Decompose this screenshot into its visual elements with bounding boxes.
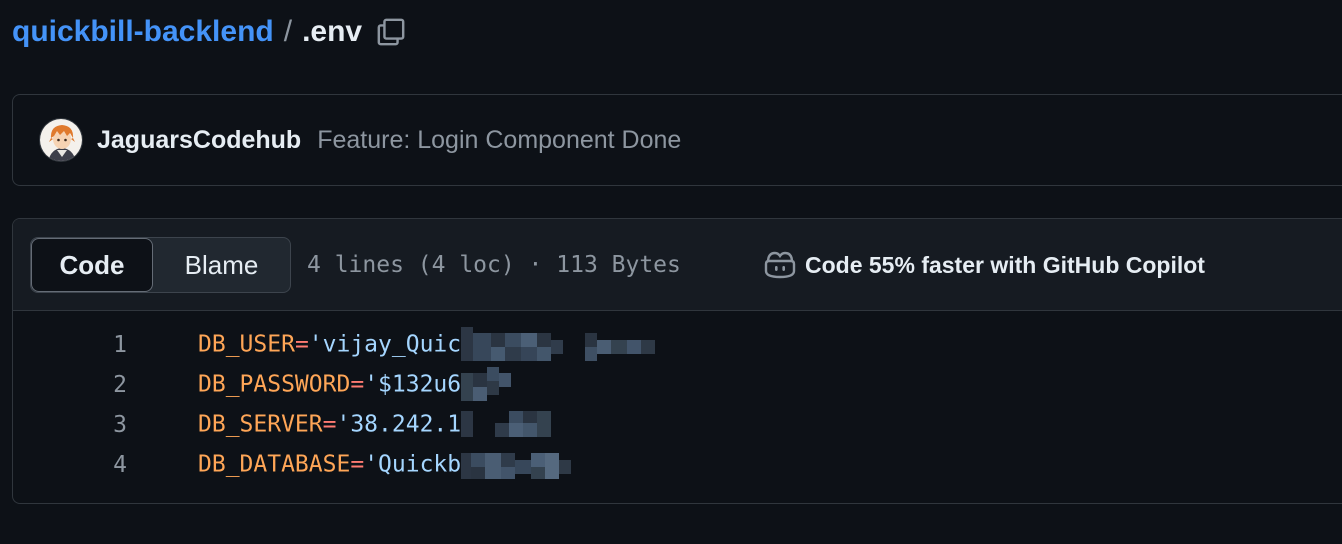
code-key: DB_PASSWORD	[198, 371, 351, 398]
breadcrumb: quickbill-backlend / .env	[12, 10, 408, 54]
code-operator: =	[350, 371, 365, 398]
copilot-promo[interactable]: Code 55% faster with GitHub Copilot	[763, 219, 1205, 311]
code-value: '38.242.1	[336, 411, 462, 438]
copy-icon-glyph	[377, 18, 405, 46]
file-header: Code Blame 4 lines (4 loc) · 113 Bytes C…	[13, 219, 1342, 311]
copy-icon[interactable]	[374, 15, 408, 49]
code-key: DB_USER	[198, 331, 295, 358]
commit-message[interactable]: Feature: Login Component Done	[317, 126, 681, 155]
code-line: 3 DB_SERVER='38.242.1	[13, 405, 1342, 445]
copilot-promo-text: Code 55% faster with GitHub Copilot	[805, 251, 1205, 278]
file-info: 4 lines (4 loc) · 113 Bytes	[307, 252, 681, 278]
latest-commit-bar: JaguarsCodehub Feature: Login Component …	[12, 94, 1342, 186]
file-viewer: Code Blame 4 lines (4 loc) · 113 Bytes C…	[12, 218, 1342, 504]
code-operator: =	[350, 451, 365, 478]
line-number[interactable]: 2	[13, 372, 127, 398]
avatar-image	[40, 119, 82, 161]
line-number[interactable]: 3	[13, 412, 127, 438]
code-text: DB_USER='vijay_Quic	[198, 327, 661, 362]
breadcrumb-separator: /	[283, 15, 293, 48]
redacted-pixelation	[461, 453, 572, 479]
code-value: 'vijay_Quic	[308, 331, 462, 358]
code-line: 1 DB_USER='vijay_Quic	[13, 325, 1342, 365]
code-key: DB_DATABASE	[198, 451, 351, 478]
code-line: 4 DB_DATABASE='Quickb	[13, 445, 1342, 485]
tab-blame[interactable]: Blame	[153, 238, 290, 292]
code-text: DB_PASSWORD='$132u6	[198, 367, 513, 402]
code-area: 1 DB_USER='vijay_Quic 2 DB_PASSWORD='$13…	[13, 311, 1342, 485]
commit-author[interactable]: JaguarsCodehub	[97, 126, 301, 155]
line-number[interactable]: 1	[13, 332, 127, 358]
redacted-pixelation	[461, 367, 512, 401]
repo-link[interactable]: quickbill-backlend	[12, 15, 274, 49]
code-operator: =	[294, 331, 309, 358]
line-number[interactable]: 4	[13, 452, 127, 478]
user-avatar[interactable]	[39, 118, 83, 162]
code-value: 'Quickb	[364, 451, 462, 478]
redacted-pixelation	[461, 411, 552, 437]
redacted-pixelation	[461, 327, 656, 361]
code-key: DB_SERVER	[198, 411, 323, 438]
code-text: DB_SERVER='38.242.1	[198, 408, 561, 442]
file-name: .env	[302, 15, 363, 48]
code-value: '$132u6	[364, 371, 462, 398]
code-line: 2 DB_PASSWORD='$132u6	[13, 365, 1342, 405]
code-operator: =	[322, 411, 337, 438]
tab-code[interactable]: Code	[31, 238, 153, 292]
code-text: DB_DATABASE='Quickb	[198, 448, 581, 482]
copilot-icon	[764, 251, 796, 279]
view-mode-toggle: Code Blame	[30, 237, 291, 293]
